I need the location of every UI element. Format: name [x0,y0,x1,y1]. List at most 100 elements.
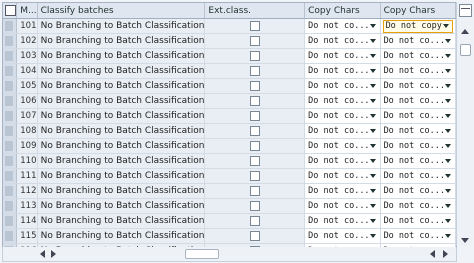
cell-copy-chars-1[interactable]: Do not co... [304,213,381,229]
copy-chars-dropdown[interactable]: Do not co... [306,125,378,137]
row-selector[interactable] [3,228,18,244]
ext-class-checkbox[interactable] [249,170,260,181]
row-selector[interactable] [3,198,18,214]
cell-copy-chars-2[interactable]: Do not co... [380,78,456,94]
chevron-down-icon[interactable] [445,219,451,223]
copy-chars-dropdown[interactable]: Do not co... [306,80,378,92]
vertical-scrollbar[interactable] [456,2,473,246]
copy-chars-dropdown[interactable]: Do not co... [382,200,454,212]
row-selector[interactable] [3,213,18,229]
chevron-down-icon[interactable] [369,234,376,238]
row-selector[interactable] [3,33,18,49]
cell-copy-chars-1[interactable]: Do not co... [304,18,381,34]
scroll-up-icon[interactable] [461,29,469,34]
row-selector[interactable] [3,153,18,169]
chevron-down-icon[interactable] [369,84,376,88]
cell-copy-chars-1[interactable]: Do not co... [304,168,381,184]
ext-class-checkbox[interactable] [249,110,260,121]
scroll-right-icon[interactable] [51,250,56,258]
copy-chars-dropdown[interactable]: Do not co... [306,20,378,32]
chevron-down-icon[interactable] [445,174,451,178]
cell-copy-chars-1[interactable]: Do not co... [304,33,381,49]
chevron-down-icon[interactable] [445,84,451,88]
scroll-left-icon[interactable] [40,250,45,258]
cell-copy-chars-2[interactable]: Do not co... [380,48,456,64]
copy-chars-dropdown[interactable]: Do not co... [306,65,378,77]
row-selector[interactable] [3,123,18,139]
chevron-down-icon[interactable] [369,204,376,208]
cell-copy-chars-2[interactable]: Do not co... [380,138,456,154]
copy-chars-dropdown[interactable]: Do not co... [306,35,378,47]
copy-chars-dropdown[interactable]: Do not co... [382,125,454,137]
ext-class-checkbox[interactable] [249,20,260,31]
row-selector[interactable] [3,108,18,124]
copy-chars-dropdown[interactable]: Do not co... [306,215,378,227]
copy-chars-dropdown[interactable]: Do not co... [382,65,454,77]
select-all-header[interactable] [3,3,18,19]
cell-copy-chars-2[interactable]: Do not co... [380,63,456,79]
chevron-down-icon[interactable] [369,174,376,178]
chevron-down-icon[interactable] [369,54,376,58]
scroll-down-icon[interactable] [461,238,469,243]
scroll-right-icon[interactable] [443,250,448,258]
ext-class-checkbox[interactable] [249,215,260,226]
chevron-down-icon[interactable] [445,234,451,238]
column-settings-icon[interactable] [459,4,472,17]
chevron-down-icon[interactable] [369,129,376,133]
vertical-scroll-thumb[interactable] [460,44,471,56]
cell-copy-chars-2[interactable]: Do not copy [380,18,456,34]
chevron-down-icon[interactable] [369,24,376,28]
cell-copy-chars-2[interactable]: Do not co... [380,123,456,139]
row-selector[interactable] [3,48,18,64]
ext-class-checkbox[interactable] [249,200,260,211]
row-selector[interactable] [3,63,18,79]
ext-class-checkbox[interactable] [249,140,260,151]
copy-chars-dropdown[interactable]: Do not co... [306,170,378,182]
copy-chars-dropdown[interactable]: Do not co... [306,155,378,167]
copy-chars-dropdown[interactable]: Do not co... [306,110,378,122]
cell-copy-chars-2[interactable]: Do not co... [380,93,456,109]
ext-class-checkbox[interactable] [249,35,260,46]
cell-copy-chars-2[interactable]: Do not co... [380,108,456,124]
ext-class-checkbox[interactable] [249,155,260,166]
copy-chars-dropdown[interactable]: Do not copy [382,19,453,33]
copy-chars-dropdown[interactable]: Do not co... [382,140,454,152]
cell-copy-chars-1[interactable]: Do not co... [304,138,381,154]
cell-copy-chars-1[interactable]: Do not co... [304,108,381,124]
cell-copy-chars-1[interactable]: Do not co... [304,123,381,139]
copy-chars-dropdown[interactable]: Do not co... [382,110,454,122]
scroll-left-icon[interactable] [430,250,435,258]
copy-chars-dropdown[interactable]: Do not co... [306,230,378,242]
ext-class-checkbox[interactable] [249,50,260,61]
chevron-down-icon[interactable] [369,144,376,148]
chevron-down-icon[interactable] [445,144,451,148]
row-selector[interactable] [3,18,18,34]
cell-copy-chars-2[interactable]: Do not co... [380,168,456,184]
chevron-down-icon[interactable] [369,219,376,223]
ext-class-checkbox[interactable] [249,95,260,106]
cell-copy-chars-2[interactable]: Do not co... [380,213,456,229]
copy-chars-dropdown[interactable]: Do not co... [382,185,454,197]
chevron-down-icon[interactable] [445,99,451,103]
copy-chars-dropdown[interactable]: Do not co... [382,230,454,242]
chevron-down-icon[interactable] [369,189,376,193]
copy-chars-dropdown[interactable]: Do not co... [382,80,454,92]
table-select-icon[interactable] [5,5,16,16]
column-header-copy-chars-2[interactable]: Copy Chars [380,3,456,19]
chevron-down-icon[interactable] [369,99,376,103]
cell-copy-chars-1[interactable]: Do not co... [304,93,381,109]
copy-chars-dropdown[interactable]: Do not co... [306,200,378,212]
chevron-down-icon[interactable] [445,159,451,163]
cell-copy-chars-1[interactable]: Do not co... [304,183,381,199]
ext-class-checkbox[interactable] [249,185,260,196]
cell-copy-chars-2[interactable]: Do not co... [380,183,456,199]
column-header-ext-class[interactable]: Ext.class. [204,3,306,19]
cell-copy-chars-2[interactable]: Do not co... [380,153,456,169]
chevron-down-icon[interactable] [445,69,451,73]
chevron-down-icon[interactable] [369,69,376,73]
row-selector[interactable] [3,93,18,109]
copy-chars-dropdown[interactable]: Do not co... [382,95,454,107]
ext-class-checkbox[interactable] [249,125,260,136]
horizontal-scrollbar[interactable] [2,247,457,262]
column-header-m[interactable]: M... [16,3,38,19]
